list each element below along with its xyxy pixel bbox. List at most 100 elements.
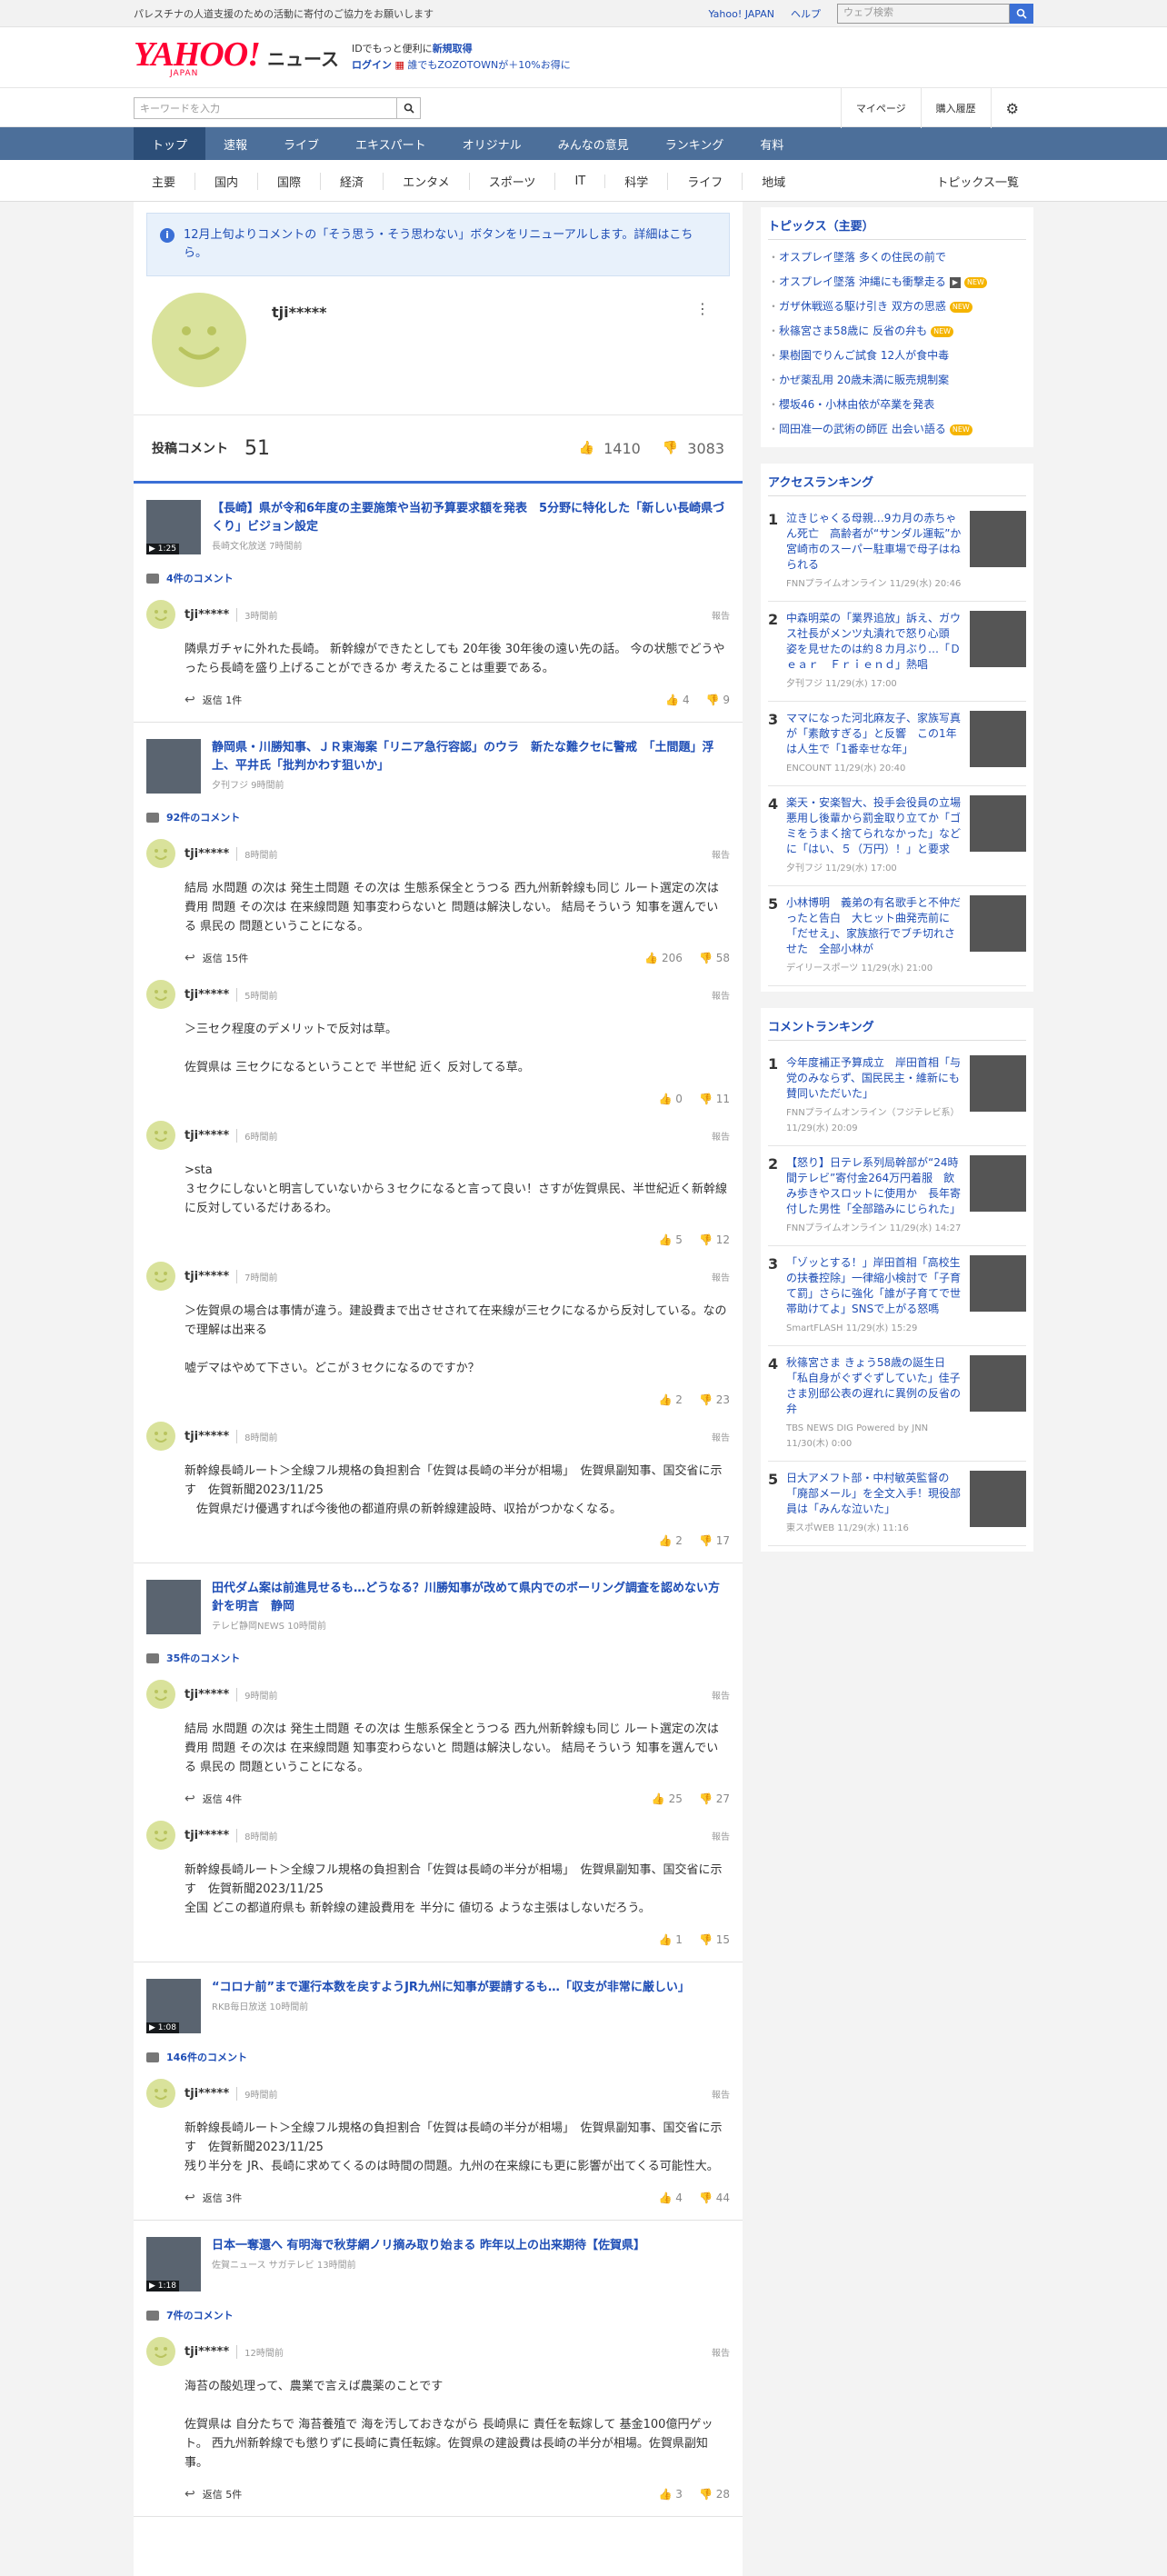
comment-count-link[interactable]: 146件のコメント bbox=[146, 2050, 730, 2064]
access-ranking-item[interactable]: 2 中森明菜の「業界追放」訴え、ガウス社長がメンツ丸潰れで怒り心頭 姿を見せたのは… bbox=[768, 602, 1026, 702]
register-link[interactable]: 新規取得 bbox=[433, 43, 473, 55]
tab-paid[interactable]: 有料 bbox=[742, 127, 802, 160]
gear-icon[interactable]: ⚙ bbox=[990, 88, 1033, 128]
article-thumbnail[interactable]: ▶ 1:08 bbox=[146, 1979, 201, 2033]
article-title[interactable]: 日本一奪還へ 有明海で秋芽網ノリ摘み取り始まる 昨年以上の出来期待【佐賀県】 bbox=[212, 2237, 645, 2255]
like-button[interactable]: 👍 1 bbox=[659, 1933, 683, 1946]
topic-link[interactable]: 岡田准一の武術の師匠 出会い語るNEW bbox=[768, 417, 1026, 442]
dislike-button[interactable]: 👎 44 bbox=[699, 2192, 730, 2204]
topic-link[interactable]: オスプレイ墜落 沖縄にも衝撃走る▶NEW bbox=[768, 270, 1026, 295]
search-icon[interactable] bbox=[1010, 4, 1033, 24]
access-ranking-item[interactable]: 5 小林博明 義弟の有名歌手と不仲だったと告白 大ヒット曲発売前に「だせえ」、家族… bbox=[768, 886, 1026, 986]
report-link[interactable]: 報告 bbox=[712, 1270, 730, 1283]
article-thumbnail[interactable]: ▶ 1:25 bbox=[146, 500, 201, 554]
like-button[interactable]: 👍 3 bbox=[659, 2488, 683, 2501]
more-vertical-icon[interactable]: ⋮ bbox=[695, 300, 710, 317]
yahoo-japan-link[interactable]: Yahoo! JAPAN bbox=[708, 8, 774, 20]
article-title[interactable]: “コロナ前”まで運行本数を戻すようJR九州に知事が要請するも…「収支が非常に厳し… bbox=[212, 1979, 690, 1997]
article-thumbnail[interactable] bbox=[146, 739, 201, 794]
dislike-button[interactable]: 👎 12 bbox=[699, 1233, 730, 1246]
dislike-button[interactable]: 👎 23 bbox=[699, 1393, 730, 1406]
help-link[interactable]: ヘルプ bbox=[791, 6, 821, 21]
yahoo-logo[interactable]: YAHOO! JAPAN bbox=[134, 37, 261, 78]
report-link[interactable]: 報告 bbox=[712, 608, 730, 622]
category-international[interactable]: 国際 bbox=[258, 172, 322, 190]
topic-link[interactable]: 果樹園でりんご試食 12人が食中毒 bbox=[768, 344, 1026, 368]
tab-ranking[interactable]: ランキング bbox=[647, 127, 743, 160]
comment-author[interactable]: tji***** bbox=[185, 988, 229, 1002]
comment-author[interactable]: tji***** bbox=[185, 847, 229, 861]
reply-button[interactable]: ↩ 返信 3件 bbox=[185, 2191, 242, 2205]
tab-original[interactable]: オリジナル bbox=[444, 127, 540, 160]
category-economy[interactable]: 経済 bbox=[321, 172, 384, 190]
comment-ranking-item[interactable]: 2 【怒り】日テレ系列局幹部が“24時間テレビ”寄付金264万円着服 飲み歩きやス… bbox=[768, 1146, 1026, 1246]
topics-list-link[interactable]: トピックス一覧 bbox=[936, 173, 1033, 190]
reply-button[interactable]: ↩ 返信 5件 bbox=[185, 2487, 242, 2501]
report-link[interactable]: 報告 bbox=[712, 847, 730, 861]
dislike-button[interactable]: 👎 58 bbox=[699, 952, 730, 964]
comment-ranking-item[interactable]: 3 「ゾッとする！」岸田首相「高校生の扶養控除」一律縮小検討で「子育て罰」さらに強… bbox=[768, 1246, 1026, 1346]
reply-button[interactable]: ↩ 返信 4件 bbox=[185, 1792, 242, 1806]
category-it[interactable]: IT bbox=[555, 174, 606, 188]
topic-link[interactable]: かぜ薬乱用 20歳未満に販売規制案 bbox=[768, 368, 1026, 393]
like-button[interactable]: 👍 2 bbox=[659, 1534, 683, 1547]
comment-author[interactable]: tji***** bbox=[185, 1129, 229, 1143]
article-title[interactable]: 【長崎】県が令和6年度の主要施策や当初予算要求額を発表 5分野に特化した「新しい… bbox=[212, 500, 730, 536]
category-life[interactable]: ライフ bbox=[668, 172, 743, 190]
article-title[interactable]: 田代ダム案は前進見せるも…どうなる？川勝知事が改めて県内でのボーリング調査を認め… bbox=[212, 1580, 730, 1616]
article-thumbnail[interactable]: ▶ 1:18 bbox=[146, 2237, 201, 2291]
access-ranking-item[interactable]: 3 ママになった河北麻友子、家族写真が「素敵すぎる」と反響 この1年は人生で「1番… bbox=[768, 702, 1026, 786]
comment-count-link[interactable]: 7件のコメント bbox=[146, 2308, 730, 2322]
mypage-link[interactable]: マイページ bbox=[840, 88, 921, 128]
purchase-history-link[interactable]: 購入履歴 bbox=[920, 88, 991, 128]
login-link[interactable]: ログイン bbox=[352, 59, 392, 71]
topic-link[interactable]: オスプレイ墜落 多くの住民の前で bbox=[768, 245, 1026, 270]
info-message[interactable]: i 12月上旬よりコメントの「そう思う・そう思わない」ボタンをリニューアルします… bbox=[146, 213, 730, 276]
web-search-input[interactable]: ウェブ検索 bbox=[837, 4, 1010, 24]
like-button[interactable]: 👍 0 bbox=[659, 1093, 683, 1105]
comment-ranking-item[interactable]: 4 秋篠宮さま きょう58歳の誕生日「私自身がぐずぐずしていた」佳子さま別邸公表の… bbox=[768, 1346, 1026, 1462]
comment-author[interactable]: tji***** bbox=[185, 1430, 229, 1443]
category-science[interactable]: 科学 bbox=[605, 172, 669, 190]
tab-expert[interactable]: エキスパート bbox=[337, 127, 444, 160]
like-button[interactable]: 👍 5 bbox=[659, 1233, 683, 1246]
comment-ranking-item[interactable]: 5 日大アメフト部・中村敏英監督の「廃部メール」を全文入手！現役部員は「みんな泣い… bbox=[768, 1462, 1026, 1546]
category-domestic[interactable]: 国内 bbox=[195, 172, 259, 190]
dislike-button[interactable]: 👎 27 bbox=[699, 1792, 730, 1805]
comment-author[interactable]: tji***** bbox=[185, 1829, 229, 1842]
keyword-input[interactable]: キーワードを入力 bbox=[134, 97, 397, 119]
search-icon[interactable] bbox=[397, 97, 421, 119]
news-logo[interactable]: ニュース bbox=[267, 45, 339, 71]
topic-link[interactable]: 櫻坂46・小林由依が卒業を発表 bbox=[768, 393, 1026, 417]
topic-link[interactable]: ガザ休戦巡る駆け引き 双方の思惑NEW bbox=[768, 295, 1026, 319]
access-ranking-item[interactable]: 1 泣きじゃくる母親…9カ月の赤ちゃん死亡 高齢者が“サンダル運転”か 宮崎市のス… bbox=[768, 502, 1026, 602]
notice-text[interactable]: パレスチナの人道支援のための活動に寄付のご協力をお願いします bbox=[134, 6, 434, 21]
comment-author[interactable]: tji***** bbox=[185, 608, 229, 622]
dislike-button[interactable]: 👎 17 bbox=[699, 1534, 730, 1547]
report-link[interactable]: 報告 bbox=[712, 1688, 730, 1702]
topic-link[interactable]: 秋篠宮さま58歳に 反省の弁もNEW bbox=[768, 319, 1026, 344]
tab-top[interactable]: トップ bbox=[134, 127, 206, 160]
report-link[interactable]: 報告 bbox=[712, 1129, 730, 1143]
comment-ranking-item[interactable]: 1 今年度補正予算成立 岸田首相「与党のみならず、国民民主・維新にも賛同いただいた… bbox=[768, 1046, 1026, 1146]
comment-author[interactable]: tji***** bbox=[185, 2345, 229, 2359]
like-button[interactable]: 👍 4 bbox=[659, 2192, 683, 2204]
article-thumbnail[interactable] bbox=[146, 1580, 201, 1634]
report-link[interactable]: 報告 bbox=[712, 1829, 730, 1842]
reply-button[interactable]: ↩ 返信 1件 bbox=[185, 693, 242, 707]
dislike-button[interactable]: 👎 11 bbox=[699, 1093, 730, 1105]
report-link[interactable]: 報告 bbox=[712, 988, 730, 1002]
category-entertainment[interactable]: エンタメ bbox=[384, 172, 470, 190]
comment-author[interactable]: tji***** bbox=[185, 1270, 229, 1283]
report-link[interactable]: 報告 bbox=[712, 2345, 730, 2359]
comment-author[interactable]: tji***** bbox=[185, 1688, 229, 1702]
tab-live[interactable]: ライブ bbox=[265, 127, 337, 160]
like-button[interactable]: 👍 2 bbox=[659, 1393, 683, 1406]
access-ranking-item[interactable]: 4 楽天・安楽智大、投手会役員の立場悪用し後輩から罰金取り立てか「ゴミをうまく捨て… bbox=[768, 786, 1026, 886]
comment-count-link[interactable]: 92件のコメント bbox=[146, 810, 730, 824]
comment-count-link[interactable]: 35件のコメント bbox=[146, 1651, 730, 1665]
comment-author[interactable]: tji***** bbox=[185, 2087, 229, 2101]
report-link[interactable]: 報告 bbox=[712, 2087, 730, 2101]
article-title[interactable]: 静岡県・川勝知事、ＪＲ東海案「リニア急行容認」のウラ 新たな難クセに警戒 「土間… bbox=[212, 739, 730, 775]
like-button[interactable]: 👍 4 bbox=[665, 694, 689, 706]
